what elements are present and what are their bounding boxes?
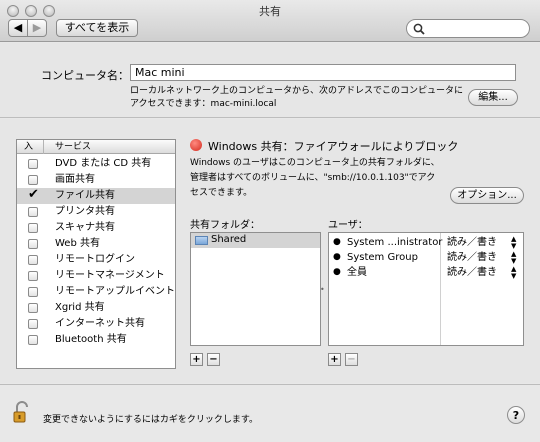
remove-user-button[interactable]: − [345,353,358,366]
forward-button[interactable]: ▶ [27,19,47,37]
service-label: プリンタ共有 [55,206,115,217]
forward-arrow-icon: ▶ [32,21,42,34]
services-list-header: 入 サービス [17,140,175,154]
service-checkbox[interactable] [28,239,38,249]
split-handle-icon[interactable]: • [320,285,325,294]
remove-folder-button[interactable]: − [207,353,220,366]
user-row[interactable]: ● System Group 読み／書き ▲ ▼ [329,250,523,265]
service-row[interactable]: プリンタ共有 [17,204,175,220]
computer-name-field[interactable]: Mac mini [130,64,516,81]
user-rows: ● System ...inistrator 読み／書き ▲ ▼ ● System Grou… [329,235,523,283]
footer: 変更できないようにするにはカギをクリックします。 ? [0,384,540,442]
header-divider [43,140,44,154]
search-field[interactable] [406,19,530,38]
group-icon: ● [333,252,341,262]
service-row[interactable]: ✔ ファイル共有 [17,187,175,204]
status-description: Windows のユーザはこのコンピュータ上の共有フォルダに、 管理者はすべての… [190,158,440,198]
edit-button[interactable]: 編集... [468,89,518,106]
service-row[interactable]: Xgrid 共有 [17,300,175,316]
checkmark-icon: ✔ [28,187,39,202]
everyone-icon: ● [333,267,341,277]
add-folder-button[interactable]: + [190,353,203,366]
permission-stepper-icon[interactable]: ▲ ▼ [511,250,516,265]
back-button[interactable]: ◀ [8,19,28,37]
service-checkbox[interactable] [28,159,38,169]
status-text: Windows 共有：ファイアウォールによりブロック [208,140,459,153]
user-permission[interactable]: 読み／書き [447,235,497,250]
service-label: Web 共有 [55,238,100,249]
folder-icon [195,236,208,245]
lock-text: 変更できないようにするにはカギをクリックします。 [43,415,259,425]
service-checkbox[interactable] [28,255,38,265]
user-permission[interactable]: 読み／書き [447,250,497,265]
service-label: スキャナ共有 [55,222,115,233]
service-checkbox[interactable] [28,335,38,345]
user-icon: ● [333,237,341,247]
service-row[interactable]: Web 共有 [17,236,175,252]
service-checkbox[interactable] [28,175,38,185]
permission-stepper-icon[interactable]: ▲ ▼ [511,235,516,250]
title-bar: 共有 ◀ ▶ すべてを表示 [0,0,540,42]
show-all-button[interactable]: すべてを表示 [56,19,138,37]
shared-folder-name: Shared [211,234,247,245]
user-name: System ...inistrator [347,237,443,248]
window-title: 共有 [259,5,281,18]
service-label: リモートログイン [55,254,135,265]
service-row[interactable]: スキャナ共有 [17,220,175,236]
service-row[interactable]: インターネット共有 [17,316,175,332]
computer-name-section: コンピュータ名： Mac mini ローカルネットワーク上のコンピュータから、次… [0,43,540,118]
services-rows: DVD または CD 共有 画面共有 ✔ ファイル共有 プリンタ共有 スキャナ共有 Web … [17,156,175,368]
shared-folders-list: Shared [190,232,321,346]
user-permission[interactable]: 読み／書き [447,265,497,280]
status-indicator-icon [190,139,202,151]
service-label: DVD または CD 共有 [55,158,152,169]
service-row[interactable]: リモートマネージメント [17,268,175,284]
user-name: 全員 [347,267,367,278]
users-label: ユーザ： [328,220,368,231]
add-user-button[interactable]: + [328,353,341,366]
service-label: 画面共有 [55,174,95,185]
lock-icon[interactable] [13,401,29,423]
back-arrow-icon: ◀ [13,21,23,34]
service-row[interactable]: Bluetooth 共有 [17,332,175,348]
service-label: ファイル共有 [55,190,115,201]
service-row[interactable]: 画面共有 [17,172,175,188]
options-button[interactable]: オプション... [450,187,524,204]
service-row[interactable]: リモートログイン [17,252,175,268]
service-row[interactable]: DVD または CD 共有 [17,156,175,172]
service-checkbox[interactable] [28,287,38,297]
shared-folder-row[interactable]: Shared [191,233,320,248]
service-checkbox[interactable]: ✔ [28,187,39,202]
service-label: インターネット共有 [55,318,145,329]
services-list: 入 サービス DVD または CD 共有 画面共有 ✔ ファイル共有 プリンタ共有 スキャ… [16,139,176,369]
header-on: 入 [24,142,34,152]
service-row[interactable]: リモートアップルイベント [17,284,175,300]
user-row[interactable]: ● 全員 読み／書き ▲ ▼ [329,265,523,280]
permission-stepper-icon[interactable]: ▲ ▼ [511,265,516,280]
user-row[interactable]: ● System ...inistrator 読み／書き ▲ ▼ [329,235,523,250]
service-checkbox[interactable] [28,319,38,329]
service-checkbox[interactable] [28,223,38,233]
users-list: ● System ...inistrator 読み／書き ▲ ▼ ● System Grou… [328,232,524,346]
help-button[interactable]: ? [507,406,525,424]
service-label: Bluetooth 共有 [55,334,127,345]
service-label: リモートアップルイベント [55,286,175,297]
service-checkbox[interactable] [28,271,38,281]
services-section: 入 サービス DVD または CD 共有 画面共有 ✔ ファイル共有 プリンタ共有 スキャ… [0,119,540,383]
shared-folders-label: 共有フォルダ： [190,220,260,231]
header-service: サービス [55,142,92,152]
service-checkbox[interactable] [28,207,38,217]
computer-name-label: コンピュータ名： [41,69,129,82]
service-checkbox[interactable] [28,303,38,313]
service-label: Xgrid 共有 [55,302,105,313]
computer-address-text: ローカルネットワーク上のコンピュータから、次のアドレスでこのコンピュータに アク… [130,86,464,109]
service-label: リモートマネージメント [55,270,165,281]
user-name: System Group [347,252,418,263]
search-icon [413,23,425,35]
